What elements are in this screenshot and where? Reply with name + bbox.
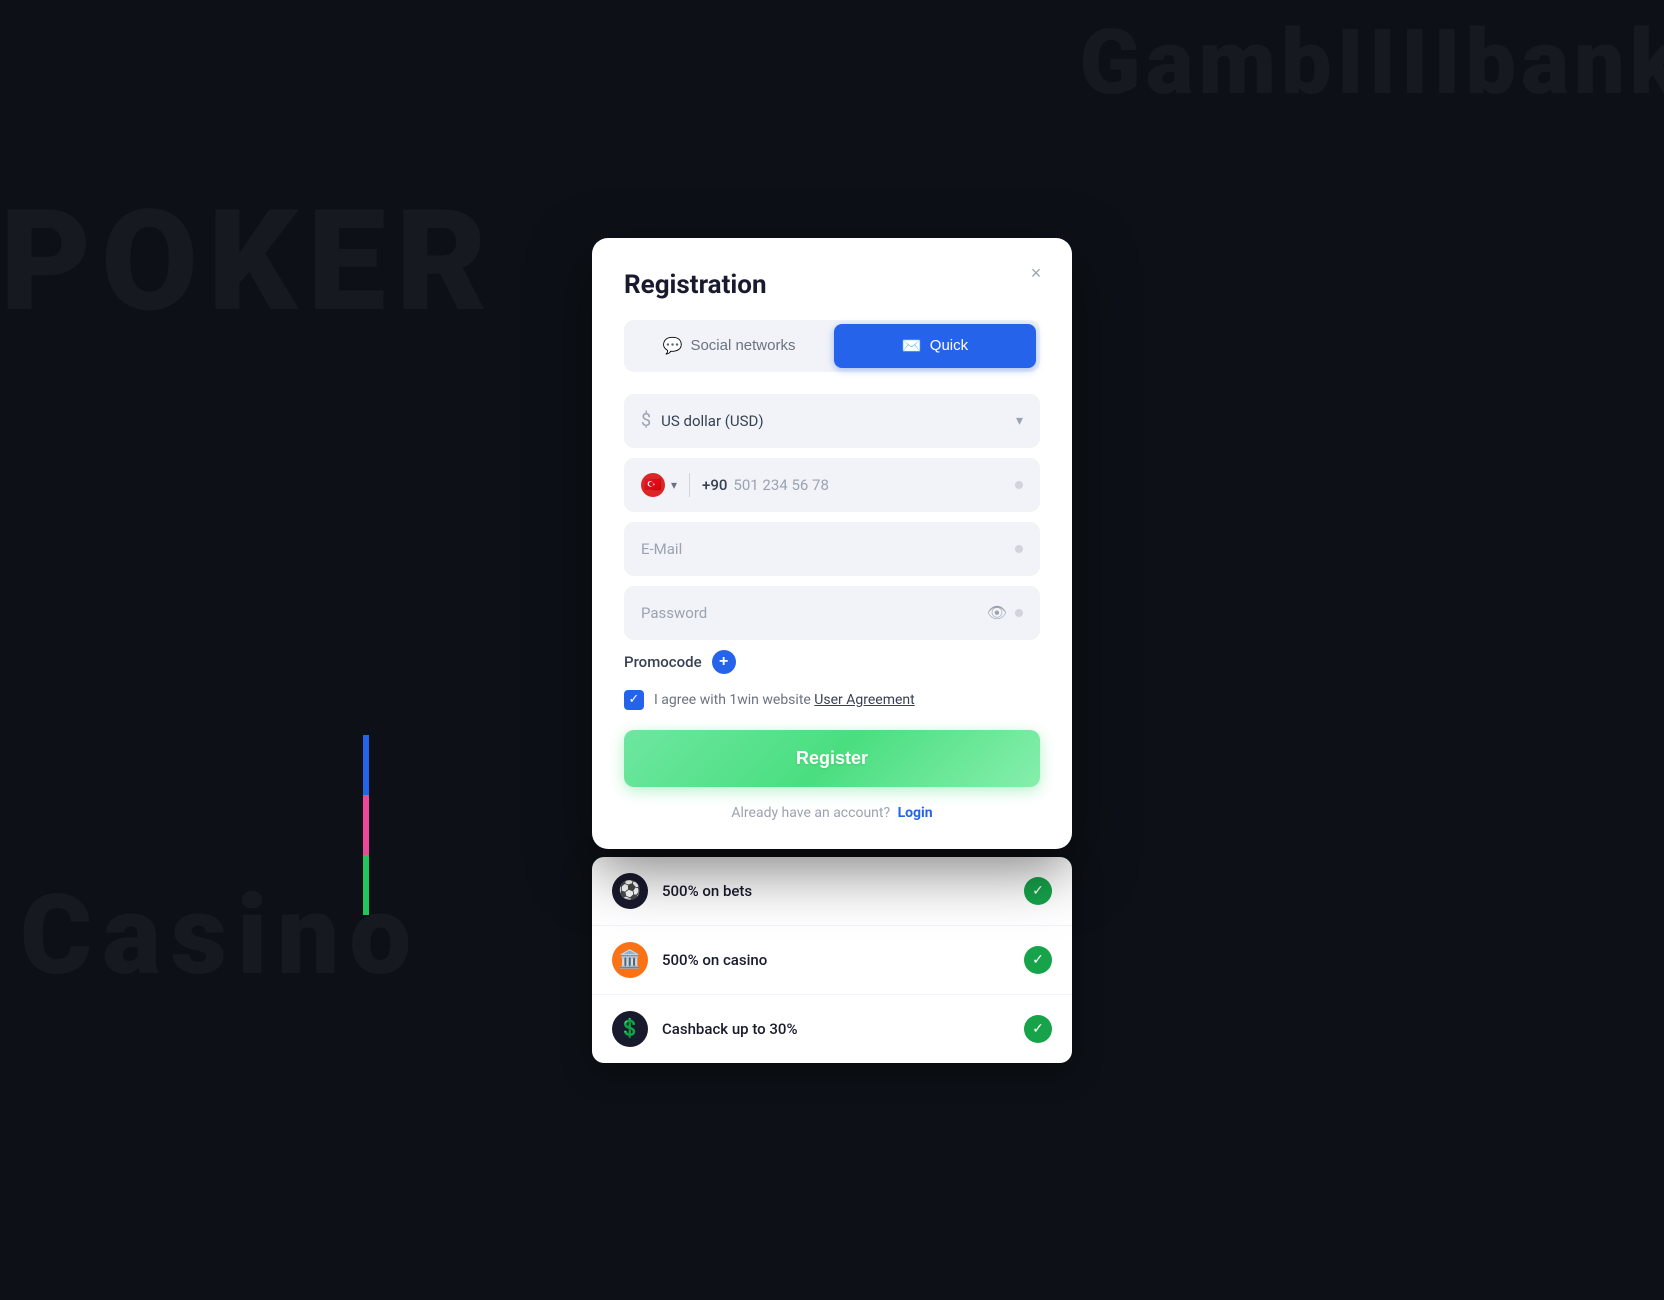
chevron-down-icon: ▾ bbox=[1016, 413, 1023, 429]
promo-item-casino: 🏛️ 500% on casino ✓ bbox=[592, 926, 1072, 995]
modal-title: Registration bbox=[624, 270, 1040, 300]
promo-bets-text: 500% on bets bbox=[662, 882, 1024, 900]
tab-social[interactable]: 💬 Social networks bbox=[628, 324, 830, 368]
password-field-container: 👁 bbox=[624, 586, 1040, 640]
close-button[interactable]: × bbox=[1020, 258, 1052, 290]
eye-icon[interactable]: 👁 bbox=[987, 603, 1007, 622]
phone-input[interactable] bbox=[733, 476, 1015, 494]
bg-brand-text: GambIIIIbank bbox=[1079, 10, 1664, 115]
soccer-icon: ⚽ bbox=[612, 873, 648, 909]
promo-cashback-text: Cashback up to 30% bbox=[662, 1020, 1024, 1038]
email-field-dot bbox=[1015, 545, 1023, 553]
agreement-checkbox[interactable]: ✓ bbox=[624, 690, 644, 710]
dollar-icon: $ bbox=[641, 410, 651, 431]
promocode-label: Promocode bbox=[624, 653, 702, 671]
registration-modal: Registration × 💬 Social networks ✉️ Quic… bbox=[592, 238, 1072, 849]
casino-icon: 🏛️ bbox=[612, 942, 648, 978]
email-icon: ✉️ bbox=[902, 336, 922, 356]
login-row: Already have an account? Login bbox=[624, 805, 1040, 821]
password-icons: 👁 bbox=[987, 603, 1023, 622]
password-field-dot bbox=[1015, 609, 1023, 617]
email-field-container bbox=[624, 522, 1040, 576]
left-accent-bars bbox=[363, 735, 369, 915]
password-input[interactable] bbox=[641, 604, 987, 622]
login-link[interactable]: Login bbox=[898, 805, 933, 821]
turkey-flag-icon bbox=[641, 473, 665, 497]
cashback-icon: 💲 bbox=[612, 1011, 648, 1047]
phone-field: ▾ +90 bbox=[624, 458, 1040, 512]
promo-item-bets: ⚽ 500% on bets ✓ bbox=[592, 857, 1072, 926]
promo-cashback-check: ✓ bbox=[1024, 1015, 1052, 1043]
promocode-row: Promocode + bbox=[624, 650, 1040, 674]
agreement-row: ✓ I agree with 1win website User Agreeme… bbox=[624, 690, 1040, 710]
promo-bets-check: ✓ bbox=[1024, 877, 1052, 905]
modal-wrapper: Registration × 💬 Social networks ✉️ Quic… bbox=[592, 238, 1072, 1063]
already-account-text: Already have an account? bbox=[731, 805, 890, 821]
checkmark-bets-icon: ✓ bbox=[1032, 883, 1044, 899]
currency-select[interactable]: US dollar (USD) Euro (EUR) British Pound… bbox=[661, 412, 1016, 430]
currency-field: $ US dollar (USD) Euro (EUR) British Pou… bbox=[624, 394, 1040, 448]
bg-poker-text: POKER bbox=[0, 180, 497, 344]
social-icon: 💬 bbox=[663, 336, 683, 356]
bg-casino-text: Casino bbox=[20, 871, 421, 1000]
agreement-text: I agree with 1win website User Agreement bbox=[654, 692, 915, 708]
phone-prefix: +90 bbox=[702, 476, 727, 494]
tab-quick-label: Quick bbox=[930, 337, 968, 354]
promocode-add-button[interactable]: + bbox=[712, 650, 736, 674]
promo-casino-check: ✓ bbox=[1024, 946, 1052, 974]
checkmark-icon: ✓ bbox=[629, 692, 640, 707]
country-chevron-icon: ▾ bbox=[671, 478, 677, 492]
register-button[interactable]: Register bbox=[624, 730, 1040, 787]
tab-switcher: 💬 Social networks ✉️ Quick bbox=[624, 320, 1040, 372]
promo-item-cashback: 💲 Cashback up to 30% ✓ bbox=[592, 995, 1072, 1063]
country-selector[interactable]: ▾ bbox=[641, 473, 690, 497]
tab-social-label: Social networks bbox=[690, 337, 795, 354]
checkmark-casino-icon: ✓ bbox=[1032, 952, 1044, 968]
tab-quick[interactable]: ✉️ Quick bbox=[834, 324, 1036, 368]
promo-casino-text: 500% on casino bbox=[662, 951, 1024, 969]
checkmark-cashback-icon: ✓ bbox=[1032, 1021, 1044, 1037]
user-agreement-link[interactable]: User Agreement bbox=[814, 692, 914, 708]
promotions-card: ⚽ 500% on bets ✓ 🏛️ 500% on casino ✓ 💲 C… bbox=[592, 857, 1072, 1063]
email-input[interactable] bbox=[641, 540, 1015, 558]
phone-field-dot bbox=[1015, 481, 1023, 489]
